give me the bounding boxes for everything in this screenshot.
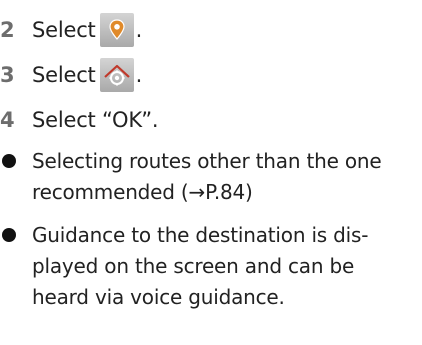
- bullet-text-line: Guidance to the destination is dis-: [32, 223, 369, 247]
- step-4: 4 Select “OK”.: [0, 100, 159, 140]
- step-number: 2: [0, 18, 15, 42]
- route-settings-icon: [99, 58, 134, 92]
- step-period: .: [135, 63, 143, 87]
- step-text: Select: [32, 63, 96, 87]
- step-text: Select “OK”.: [32, 108, 159, 132]
- step-text: Select: [32, 18, 96, 42]
- bullet-text-line: heard via voice guidance.: [32, 285, 285, 309]
- bullet-icon: [2, 154, 16, 168]
- map-pin-icon: [99, 13, 134, 47]
- step-2: 2 Select .: [0, 10, 142, 50]
- manual-page: 2 Select . 3 Select . 4 Select “OK”. Sel…: [0, 0, 422, 345]
- bullet-text-line: Selecting routes other than the one: [32, 149, 382, 173]
- bullet-icon: [2, 228, 16, 242]
- step-period: .: [135, 18, 143, 42]
- note-bullet: Selecting routes other than the one reco…: [0, 146, 420, 210]
- step-number: 4: [0, 108, 15, 132]
- step-number: 3: [0, 63, 15, 87]
- bullet-text-line: played on the screen and can be: [32, 254, 355, 278]
- bullet-text-line: recommended (→P.84): [32, 180, 253, 204]
- step-3: 3 Select .: [0, 55, 142, 95]
- note-bullet: Guidance to the destination is dis- play…: [0, 220, 420, 316]
